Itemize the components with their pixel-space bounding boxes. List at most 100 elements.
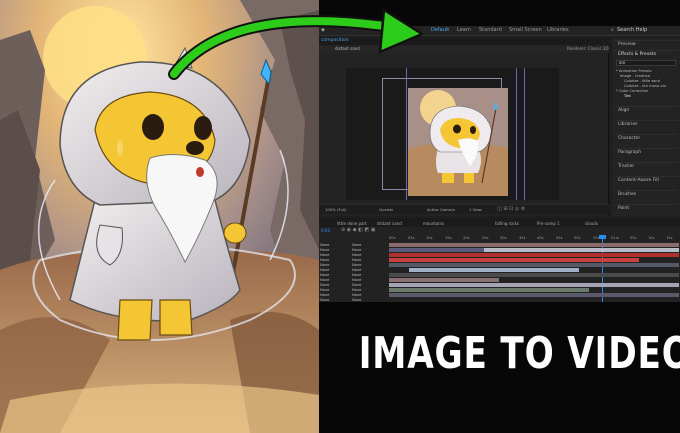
layer-bar[interactable] <box>389 258 639 262</box>
panel-content-aware-fill[interactable]: Content-Aware Fill <box>614 176 678 185</box>
timeline-panel: little done part distant sand mountains … <box>319 218 680 302</box>
layer-mode[interactable]: None <box>320 298 329 302</box>
timeline-tab[interactable]: clouds <box>585 221 598 226</box>
layer-parent[interactable]: None <box>352 278 361 282</box>
timeline-tab[interactable]: falling rocks <box>495 221 519 226</box>
renderer-label: Renderer: Classic 3D <box>567 46 609 51</box>
timeline-controls: 0:00 ⊕ ◉ ◆ ◧ ◩ ▣ <box>319 227 389 236</box>
panel-align[interactable]: Align <box>614 106 678 115</box>
search-icon[interactable]: ⌕ <box>611 27 614 33</box>
tree-item[interactable]: Tint <box>616 94 666 99</box>
layer-row[interactable]: None None <box>319 298 385 302</box>
layer-bar[interactable] <box>484 248 679 252</box>
ruler-tick: 15s <box>445 236 452 240</box>
layer-mode[interactable]: None <box>320 283 329 287</box>
ruler-tick: 01m <box>611 236 620 240</box>
headline: IMAGE TO VIDEO <box>358 328 680 379</box>
layer-bar[interactable] <box>389 263 679 267</box>
search-help-label[interactable]: Search Help <box>617 27 647 33</box>
layer-parent[interactable]: None <box>352 263 361 267</box>
panel-character[interactable]: Character <box>614 134 678 143</box>
timecode[interactable]: 0:00 <box>321 228 330 233</box>
camera-dropdown[interactable]: Active Camera <box>427 207 455 212</box>
panel-libraries[interactable]: Libraries <box>614 120 678 129</box>
layer-parent[interactable]: None <box>352 283 361 287</box>
layer-bar[interactable] <box>389 243 679 247</box>
effects-search-input[interactable]: ani <box>616 60 676 66</box>
layer-parent[interactable]: None <box>352 298 361 302</box>
comp-breadcrumb[interactable]: distant sand <box>335 46 360 51</box>
comp-tab[interactable]: composition <box>321 38 348 43</box>
layer-parent[interactable]: None <box>352 273 361 277</box>
guide-line-1 <box>406 68 407 200</box>
layer-bar[interactable] <box>389 288 589 292</box>
comp-tabbar: composition <box>319 38 609 45</box>
ruler-tick: 00s <box>389 236 396 240</box>
layer-parent[interactable]: None <box>352 268 361 272</box>
quality-dropdown[interactable]: Quarter <box>379 207 394 212</box>
timeline-ruler[interactable]: 00s 05s 10s 15s 20s 25s 30s 35s 40s 45s … <box>389 236 680 242</box>
ruler-tick: 10s <box>648 236 655 240</box>
playhead-handle[interactable] <box>599 235 606 239</box>
timeline-tool-icons[interactable]: ⊕ ◉ ◆ ◧ ◩ ▣ <box>341 227 376 233</box>
layer-parent[interactable]: None <box>352 248 361 252</box>
guide-line-3 <box>524 68 525 200</box>
workspace-tab-learn[interactable]: Learn <box>457 27 471 33</box>
layer-mode[interactable]: None <box>320 278 329 282</box>
ruler-tick: 05s <box>408 236 415 240</box>
ruler-tick: 05s <box>630 236 637 240</box>
panel-paint[interactable]: Paint <box>614 204 678 213</box>
layer-mode[interactable]: None <box>320 253 329 257</box>
comp-thumbnail <box>408 88 508 196</box>
timeline-tab[interactable]: little done part <box>337 221 367 226</box>
layer-bar[interactable] <box>389 253 679 257</box>
effects-tree: * Animation Presets Image - Creative Col… <box>616 69 666 99</box>
layer-parent[interactable]: None <box>352 288 361 292</box>
panel-effects[interactable]: Effects & Presets <box>614 50 678 59</box>
comp-viewer[interactable] <box>346 68 559 200</box>
wizard-thumbnail <box>408 88 508 196</box>
timeline-tab[interactable]: Pre-comp 1 <box>537 221 560 226</box>
timeline-tab[interactable]: distant sand <box>377 221 402 226</box>
layer-mode[interactable]: None <box>320 293 329 297</box>
layer-mode[interactable]: None <box>320 258 329 262</box>
ruler-tick: 30s <box>500 236 507 240</box>
zoom-dropdown[interactable]: 100% (Full) <box>325 207 347 212</box>
layer-parent[interactable]: None <box>352 243 361 247</box>
panel-tracker[interactable]: Tracker <box>614 162 678 171</box>
timeline-tab[interactable]: mountains <box>423 221 444 226</box>
workspace-tab-standard[interactable]: Standard <box>479 27 502 33</box>
panel-preview[interactable]: Preview <box>614 40 678 49</box>
workspace-tab-small-screen[interactable]: Small Screen <box>509 27 542 33</box>
panel-brushes[interactable]: Brushes <box>614 190 678 199</box>
layer-mode[interactable]: None <box>320 263 329 267</box>
layer-bars <box>389 243 680 302</box>
layer-mode[interactable]: None <box>320 248 329 252</box>
layer-mode[interactable]: None <box>320 273 329 277</box>
ae-window: ◆ Default Learn Standard Small Screen Li… <box>319 26 680 302</box>
panel-paragraph[interactable]: Paragraph <box>614 148 678 157</box>
guide-line-2 <box>516 68 517 200</box>
viewer-icons[interactable]: ◫ ⊞ ⊡ ◎ ⚙ <box>497 206 525 212</box>
layer-bar[interactable] <box>409 268 579 272</box>
layer-parent[interactable]: None <box>352 253 361 257</box>
layer-parent[interactable]: None <box>352 258 361 262</box>
after-effects-panel: ◆ Default Learn Standard Small Screen Li… <box>319 0 680 433</box>
right-panels: Preview Effects & Presets ani * Animatio… <box>612 38 680 216</box>
layer-mode[interactable]: None <box>320 268 329 272</box>
app-glyph: ◆ <box>321 27 325 33</box>
layer-bar[interactable] <box>389 278 499 282</box>
layer-mode[interactable]: None <box>320 288 329 292</box>
ruler-tick: 15s <box>666 236 673 240</box>
layer-bar[interactable] <box>389 248 489 252</box>
workspace-tab-libraries[interactable]: Libraries <box>547 27 569 33</box>
layer-parent[interactable]: None <box>352 293 361 297</box>
layer-mode[interactable]: None <box>320 243 329 247</box>
workspace-bar: ◆ Default Learn Standard Small Screen Li… <box>319 26 680 36</box>
comp-breadcrumb-bar: distant sand Renderer: Classic 3D <box>319 46 609 53</box>
layer-bar[interactable] <box>389 293 679 297</box>
layer-bar[interactable] <box>389 283 679 287</box>
workspace-tab-default[interactable]: Default <box>431 27 449 33</box>
layer-bar[interactable] <box>389 273 679 277</box>
views-dropdown[interactable]: 1 View <box>469 207 482 212</box>
